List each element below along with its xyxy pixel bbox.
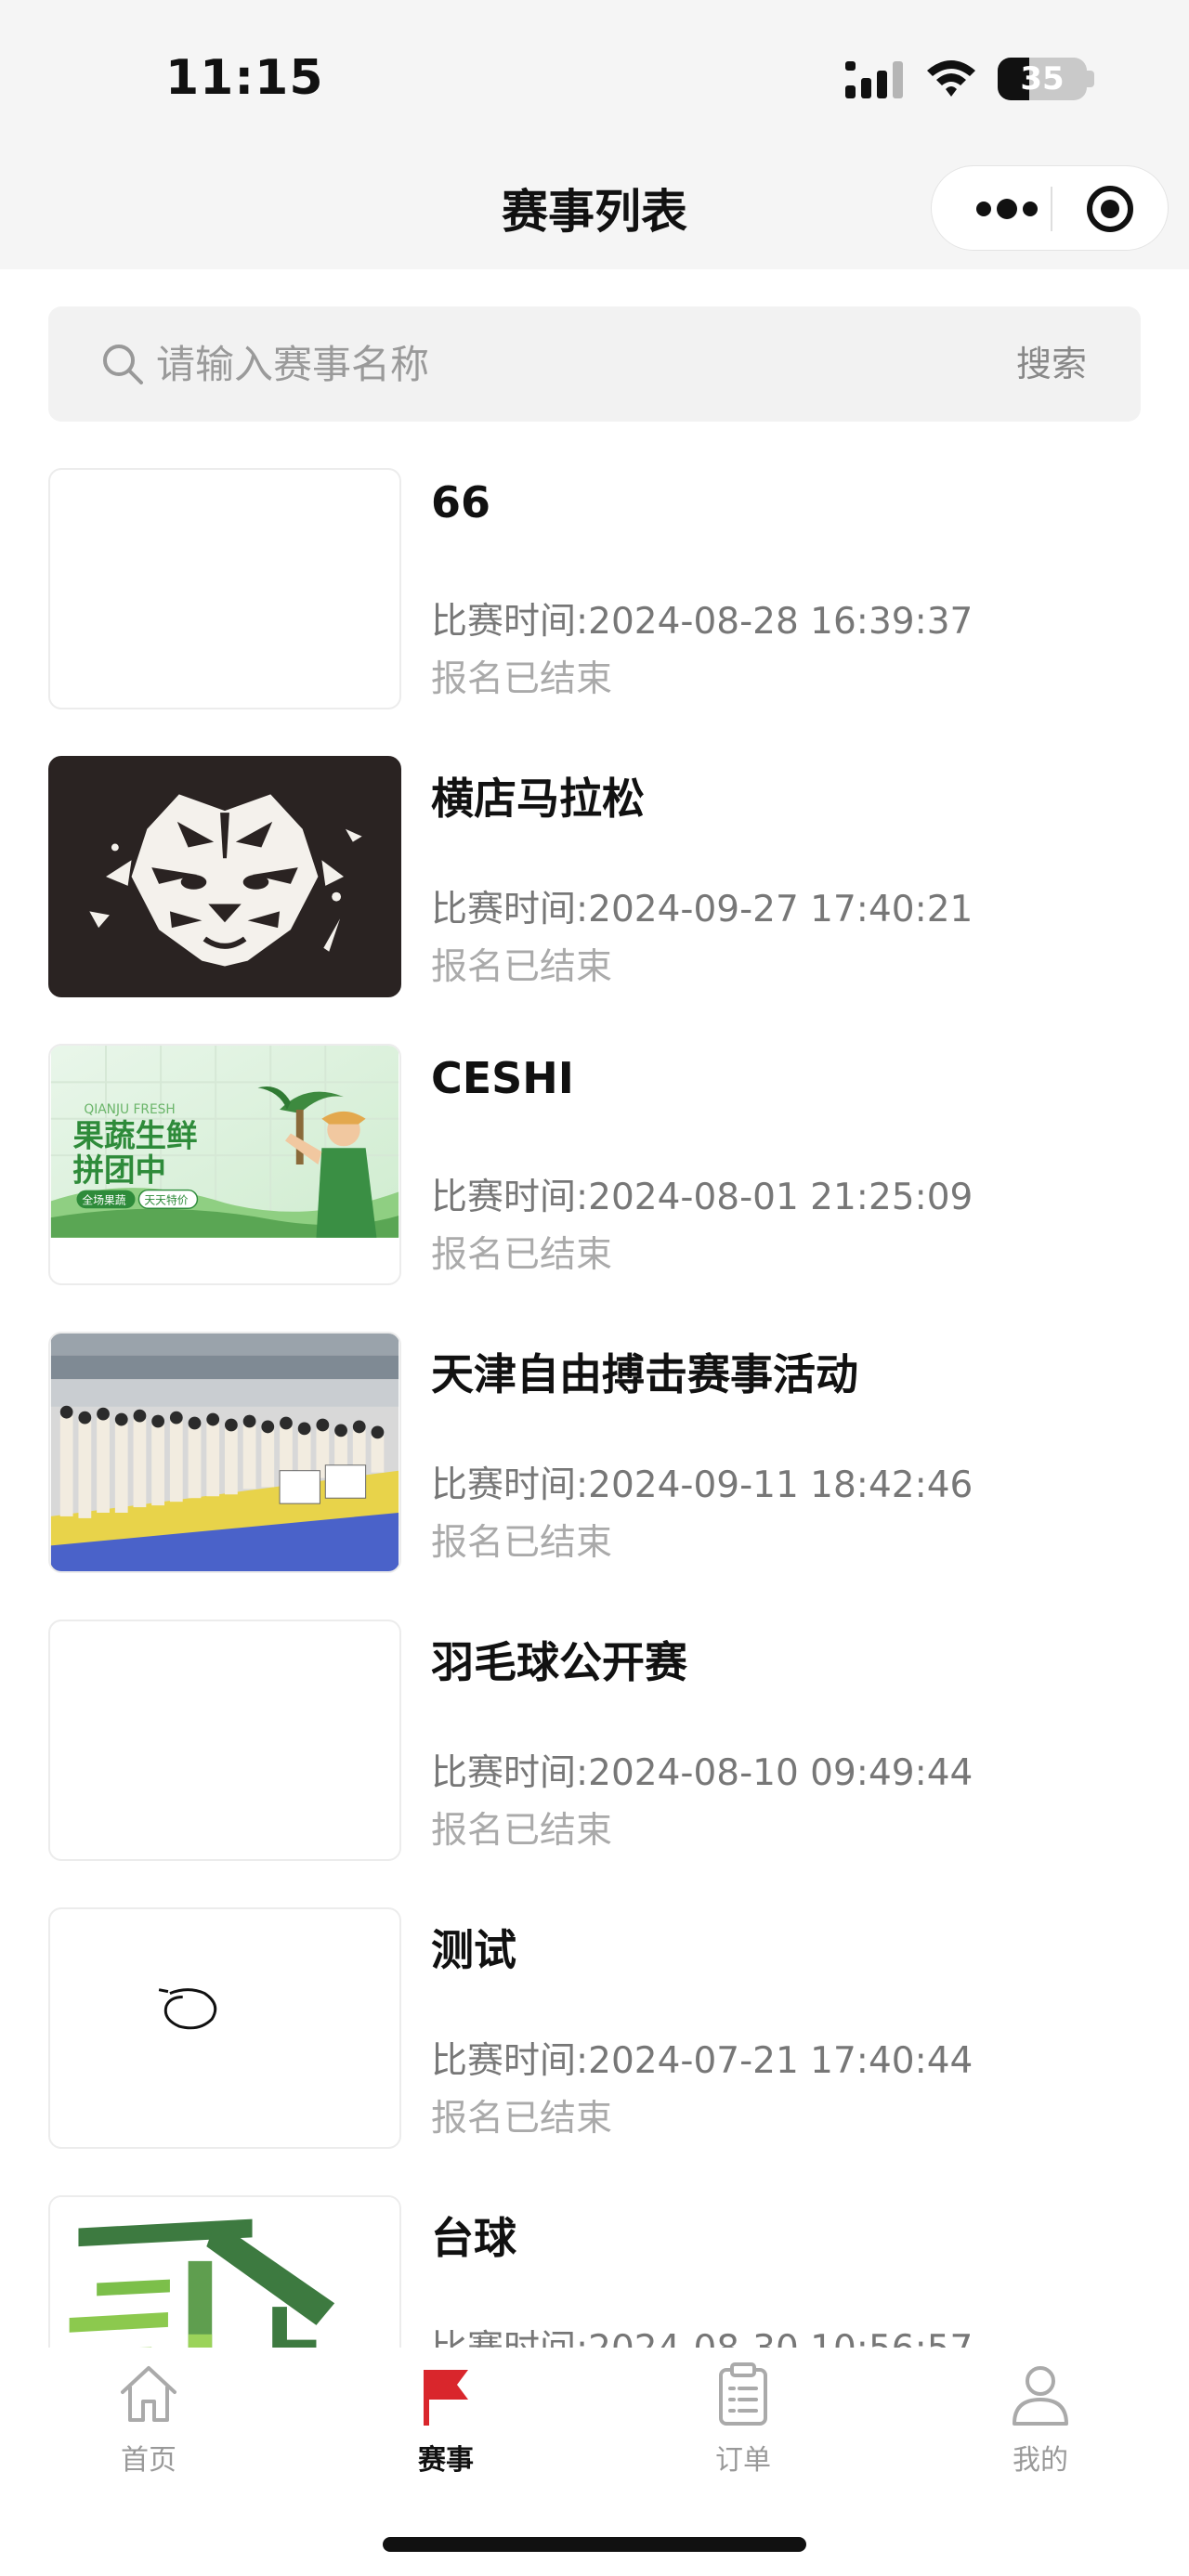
search-input[interactable]	[156, 334, 881, 394]
event-name: 横店马拉松	[431, 774, 645, 824]
event-name: 66	[431, 477, 491, 527]
event-time: 比赛时间:2024-07-21 17:40:44	[431, 2040, 973, 2082]
event-status: 报名已结束	[431, 1234, 613, 1276]
tab-events[interactable]: 赛事	[297, 2348, 594, 2478]
status-bar: 11:15 35	[0, 0, 1189, 149]
more-options-icon[interactable]	[965, 189, 1049, 229]
fresh-fruit-poster-image: QIANJU FRESH 果蔬生鲜 拼团中 全场果蔬 天天特价	[50, 1046, 399, 1238]
tab-events-label: 赛事	[418, 2444, 474, 2477]
event-time: 比赛时间:2024-09-11 18:42:46	[431, 1464, 973, 1506]
wifi-icon	[927, 60, 975, 97]
event-thumbnail-scribble	[48, 1907, 401, 2149]
event-thumbnail-photo	[48, 1332, 401, 1573]
event-status: 报名已结束	[431, 2098, 613, 2140]
event-thumbnail-blank	[48, 468, 401, 709]
status-time: 11:15	[165, 50, 324, 106]
green-brush-art-image	[50, 2197, 399, 2348]
tab-orders[interactable]: 订单	[594, 2348, 892, 2478]
event-item[interactable]: 66 比赛时间:2024-08-28 16:39:37 报名已结束	[0, 468, 1189, 709]
event-name: 测试	[431, 1925, 516, 1975]
event-time: 比赛时间:2024-09-27 17:40:21	[431, 889, 973, 930]
tiger-logo-image	[50, 758, 399, 995]
mini-program-capsule	[931, 165, 1169, 251]
event-thumbnail-tiger	[48, 756, 401, 997]
search-button[interactable]: 搜索	[996, 338, 1107, 390]
event-thumbnail-poster: QIANJU FRESH 果蔬生鲜 拼团中 全场果蔬 天天特价	[48, 1044, 401, 1285]
event-time: 比赛时间:2024-08-28 16:39:37	[431, 601, 973, 643]
event-status: 报名已结束	[431, 1810, 613, 1852]
poster-headline-1: 果蔬生鲜	[73, 1117, 198, 1153]
event-item[interactable]: QIANJU FRESH 果蔬生鲜 拼团中 全场果蔬 天天特价 CESHI 比赛…	[0, 1044, 1189, 1285]
event-name: 天津自由搏击赛事活动	[431, 1349, 858, 1399]
battery-level: 35	[1020, 60, 1065, 98]
event-item[interactable]: 横店马拉松 比赛时间:2024-09-27 17:40:21 报名已结束	[0, 756, 1189, 997]
event-name: CESHI	[431, 1053, 574, 1103]
capsule-divider	[1051, 187, 1052, 231]
battery-icon: 35	[998, 58, 1087, 100]
event-status: 报名已结束	[431, 946, 613, 988]
search-icon	[103, 345, 143, 384]
home-icon	[121, 2366, 176, 2422]
poster-headline-2: 拼团中	[73, 1152, 166, 1189]
event-name: 羽毛球公开赛	[431, 1637, 687, 1687]
tab-profile-label: 我的	[1013, 2444, 1068, 2477]
battery-tip	[1087, 71, 1094, 87]
event-item[interactable]: 测试 比赛时间:2024-07-21 17:40:44 报名已结束	[0, 1907, 1189, 2149]
close-mini-program-icon[interactable]	[1084, 183, 1136, 235]
event-time: 比赛时间:2024-08-01 21:25:09	[431, 1177, 973, 1218]
poster-tag-1: 全场果蔬	[82, 1193, 125, 1206]
poster-brand-text: QIANJU FRESH	[84, 1102, 175, 1117]
navigation-bar: 赛事列表	[0, 149, 1189, 269]
crowd-photo-image	[50, 1334, 399, 1571]
home-indicator	[383, 2537, 806, 2552]
flag-icon	[424, 2370, 468, 2426]
event-time: 比赛时间:2024-08-10 09:49:44	[431, 1752, 973, 1794]
tab-home[interactable]: 首页	[0, 2348, 297, 2478]
event-status: 报名已结束	[431, 658, 613, 700]
tab-profile[interactable]: 我的	[892, 2348, 1189, 2478]
event-thumbnail-blank	[48, 1620, 401, 1861]
event-list: 66 比赛时间:2024-08-28 16:39:37 报名已结束 横店马拉松 …	[0, 468, 1189, 2348]
cellular-signal-icon	[845, 61, 903, 98]
tab-orders-label: 订单	[715, 2444, 771, 2477]
event-item[interactable]: 天津自由搏击赛事活动 比赛时间:2024-09-11 18:42:46 报名已结…	[0, 1332, 1189, 1573]
event-item[interactable]: 羽毛球公开赛 比赛时间:2024-08-10 09:49:44 报名已结束	[0, 1620, 1189, 1861]
clipboard-icon	[719, 2362, 767, 2426]
scribble-image	[158, 1988, 217, 2030]
user-icon	[1013, 2366, 1068, 2426]
event-time: 比赛时间:2024-08-30 10:56:57	[431, 2320, 973, 2348]
event-name: 台球	[431, 2213, 516, 2263]
event-status: 报名已结束	[431, 1522, 613, 1564]
tab-home-label: 首页	[121, 2444, 176, 2477]
event-thumbnail-green-art	[48, 2195, 401, 2348]
event-item[interactable]: 台球 比赛时间:2024-08-30 10:56:57	[0, 2195, 1189, 2348]
poster-tag-2: 天天特价	[144, 1193, 188, 1206]
search-bar: 搜索	[48, 306, 1141, 422]
